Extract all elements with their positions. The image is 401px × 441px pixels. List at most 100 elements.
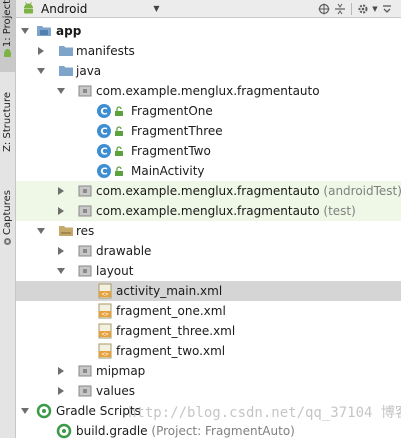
- android-icon: [24, 2, 33, 14]
- tree-item-suffix: (Project: FragmentAuto): [151, 424, 295, 438]
- tree-item-label: fragment_one.xml: [116, 304, 226, 318]
- svg-text:C: C: [100, 127, 107, 138]
- tree-item-label: FragmentTwo: [131, 144, 211, 158]
- tree-item-label: drawable: [96, 244, 152, 258]
- settings-dropdown-icon[interactable]: ▼: [371, 0, 379, 17]
- tree-item-label: com.example.menglux.fragmentauto: [96, 84, 320, 98]
- header-toolbar: ▼: [316, 0, 395, 17]
- tree-item-label: com.example.menglux.fragmentauto (test): [96, 204, 356, 218]
- svg-text:<>: <>: [101, 311, 109, 318]
- tree-item-java[interactable]: java: [16, 61, 401, 81]
- tree-item-class[interactable]: C FragmentThree: [16, 121, 401, 141]
- xml-file-icon: <>: [98, 323, 112, 339]
- tree-item-label: Gradle Scripts: [56, 404, 141, 418]
- collapsed-arrow-icon[interactable]: [56, 366, 66, 376]
- tree-item-label: layout: [96, 264, 134, 278]
- xml-file-icon: <>: [98, 303, 112, 319]
- tree-item-app[interactable]: app: [16, 21, 401, 41]
- camera-icon: [4, 237, 11, 245]
- tree-item-layout-file[interactable]: <> fragment_two.xml: [16, 341, 401, 361]
- class-icon: C: [97, 144, 111, 158]
- svg-text:C: C: [100, 107, 107, 118]
- tree-item-label: fragment_three.xml: [116, 324, 236, 338]
- tree-item-label: FragmentThree: [131, 124, 223, 138]
- collapsed-arrow-icon[interactable]: [56, 386, 66, 396]
- tree-item-package-android-test[interactable]: com.example.menglux.fragmentauto (androi…: [16, 181, 401, 201]
- open-lock-icon: [115, 106, 123, 116]
- class-icon: C: [97, 104, 111, 118]
- tree-item-layout-file[interactable]: <> fragment_three.xml: [16, 321, 401, 341]
- module-folder-icon: [37, 26, 51, 36]
- package-icon: [78, 245, 92, 257]
- package-icon: [78, 385, 92, 397]
- collapse-icon[interactable]: [332, 0, 348, 17]
- open-lock-icon: [115, 166, 123, 176]
- tree-item-label: values: [96, 384, 136, 398]
- view-selector-label: Android: [41, 1, 88, 16]
- svg-text:<>: <>: [101, 351, 109, 358]
- package-icon: [78, 265, 92, 277]
- android-icon: [4, 49, 11, 58]
- open-lock-icon: [115, 126, 123, 136]
- tool-window-strip: 1: Project Z: Structure Captures: [0, 0, 16, 438]
- tree-item-mipmap[interactable]: mipmap: [16, 361, 401, 381]
- sync-icon[interactable]: [316, 0, 332, 17]
- tree-item-drawable[interactable]: drawable: [16, 241, 401, 261]
- tree-item-layout-file[interactable]: <> activity_main.xml: [16, 281, 401, 301]
- gradle-icon: [36, 403, 52, 419]
- tab-project[interactable]: 1: Project: [0, 0, 15, 72]
- tab-structure[interactable]: Z: Structure: [0, 92, 15, 184]
- tree-item-res[interactable]: res: [16, 221, 401, 241]
- collapsed-arrow-icon[interactable]: [56, 206, 66, 216]
- tree-item-package-main[interactable]: com.example.menglux.fragmentauto: [16, 81, 401, 101]
- tree-item-label: mipmap: [96, 364, 146, 378]
- folder-icon: [59, 46, 73, 56]
- tree-item-label: com.example.menglux.fragmentauto (androi…: [96, 184, 401, 198]
- tree-item-values[interactable]: values: [16, 381, 401, 401]
- expanded-arrow-icon[interactable]: [36, 226, 46, 236]
- tree-item-layout-file[interactable]: <> fragment_one.xml: [16, 301, 401, 321]
- toolbar-divider: [351, 2, 352, 15]
- expanded-arrow-icon[interactable]: [56, 86, 66, 96]
- settings-icon[interactable]: [355, 0, 371, 17]
- svg-text:C: C: [100, 167, 107, 178]
- xml-file-icon: <>: [98, 283, 112, 299]
- tree-item-build-gradle[interactable]: build.gradle (Project: FragmentAuto): [16, 421, 401, 441]
- tab-captures-label: Captures: [1, 190, 13, 235]
- tab-captures[interactable]: Captures: [0, 190, 15, 252]
- tree-item-suffix: (androidTest): [323, 184, 401, 198]
- tab-project-label: 1: Project: [1, 0, 13, 48]
- tree-item-label: FragmentOne: [131, 104, 213, 118]
- collapsed-arrow-icon[interactable]: [56, 186, 66, 196]
- tree-item-label: res: [76, 224, 95, 238]
- package-icon: [78, 365, 92, 377]
- project-tree: app manifests java com.example.menglux.f…: [16, 18, 401, 441]
- expanded-arrow-icon[interactable]: [20, 26, 30, 36]
- tree-item-suffix: (test): [323, 204, 356, 218]
- tree-item-gradle-scripts[interactable]: Gradle Scripts: [16, 401, 401, 421]
- chevron-down-icon: ▼: [153, 4, 160, 13]
- folder-icon: [59, 66, 73, 76]
- expanded-arrow-icon[interactable]: [56, 266, 66, 276]
- project-header: Android ▼ ▼: [16, 0, 401, 18]
- collapsed-arrow-icon[interactable]: [56, 246, 66, 256]
- tree-item-label: app: [56, 24, 82, 38]
- tree-item-manifests[interactable]: manifests: [16, 41, 401, 61]
- expanded-arrow-icon[interactable]: [20, 406, 30, 416]
- tree-item-label: java: [76, 64, 102, 78]
- tab-structure-label: Z: Structure: [1, 92, 13, 152]
- tree-item-label: MainActivity: [131, 164, 205, 178]
- xml-file-icon: <>: [98, 343, 112, 359]
- hide-icon[interactable]: [379, 0, 395, 17]
- svg-text:<>: <>: [101, 291, 109, 298]
- view-selector[interactable]: Android ▼: [16, 0, 160, 17]
- tree-item-class[interactable]: C FragmentTwo: [16, 141, 401, 161]
- tree-item-class[interactable]: C MainActivity: [16, 161, 401, 181]
- tree-item-package-test[interactable]: com.example.menglux.fragmentauto (test): [16, 201, 401, 221]
- tree-item-class[interactable]: C FragmentOne: [16, 101, 401, 121]
- tree-item-layout[interactable]: layout: [16, 261, 401, 281]
- collapsed-arrow-icon[interactable]: [36, 46, 46, 56]
- tree-item-label: activity_main.xml: [116, 284, 223, 298]
- expanded-arrow-icon[interactable]: [36, 66, 46, 76]
- svg-text:C: C: [100, 147, 107, 158]
